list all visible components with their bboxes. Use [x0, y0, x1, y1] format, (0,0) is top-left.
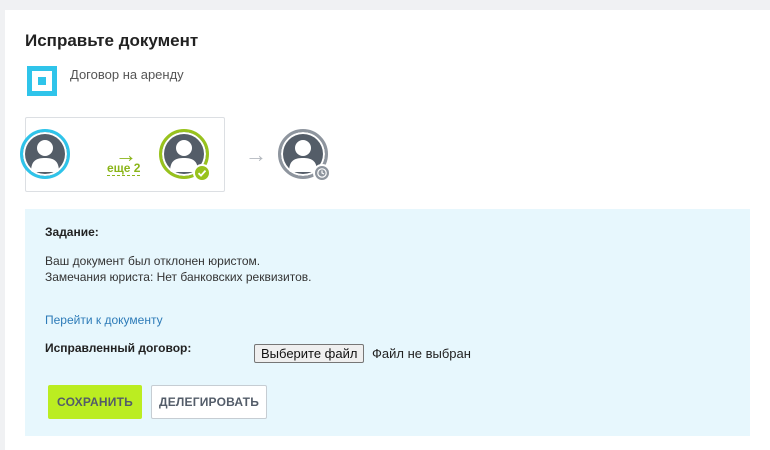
task-label: Задание:: [45, 225, 99, 239]
lawyer-remarks: Замечания юриста: Нет банковских реквизи…: [45, 270, 312, 284]
more-participants-link[interactable]: еще 2: [107, 161, 141, 176]
check-icon: [193, 164, 211, 182]
delegate-button[interactable]: ДЕЛЕГИРОВАТЬ: [151, 385, 267, 419]
task-card: Исправьте документ Договор на аренду → е…: [5, 10, 770, 450]
save-button[interactable]: СОХРАНИТЬ: [48, 385, 142, 419]
clock-icon: [313, 164, 331, 182]
page-title: Исправьте документ: [25, 31, 199, 50]
file-status: Файл не выбран: [372, 346, 471, 361]
choose-file-button[interactable]: Выберите файл: [254, 344, 365, 363]
task-panel: Задание: Ваш документ был отклонен юрист…: [25, 209, 750, 436]
task-description: Ваш документ был отклонен юристом.: [45, 254, 261, 268]
arrow-right-icon: →: [245, 142, 267, 167]
corrected-contract-label: Исправленный договор:: [45, 341, 192, 355]
user-silhouette-icon: [31, 140, 59, 172]
document-icon: [27, 66, 57, 96]
go-to-document-link[interactable]: Перейти к документу: [45, 313, 163, 327]
document-name: Договор на аренду: [70, 67, 184, 82]
user-avatar-current[interactable]: [20, 129, 70, 179]
